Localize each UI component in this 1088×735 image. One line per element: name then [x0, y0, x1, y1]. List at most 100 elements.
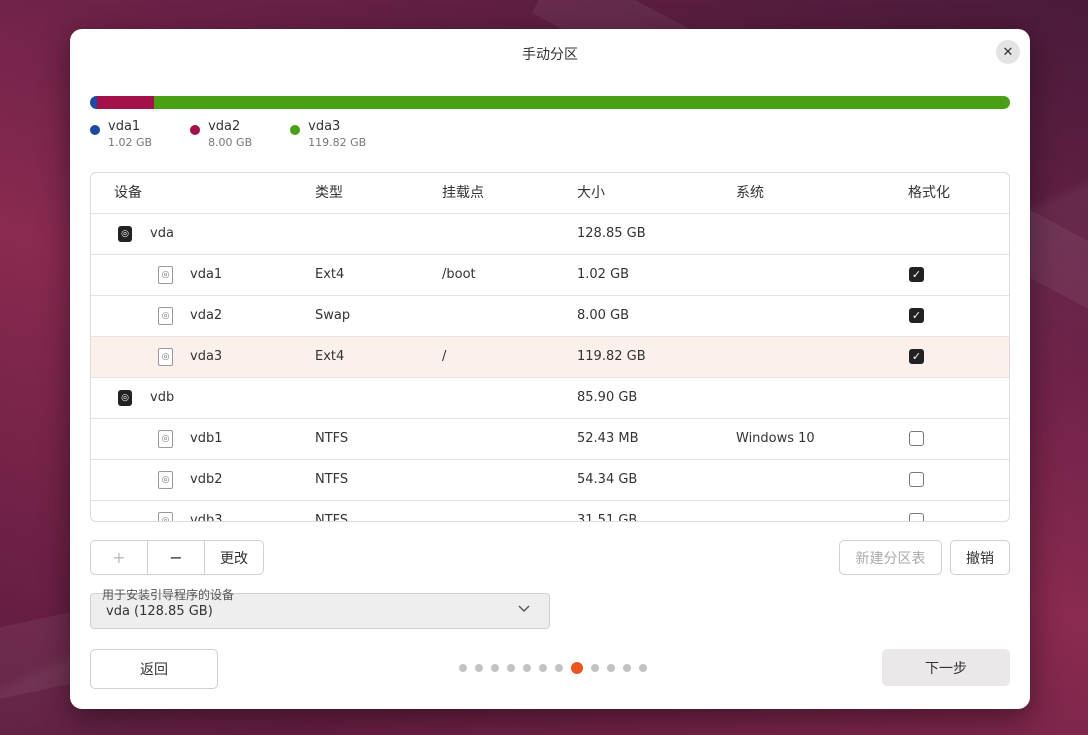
next-button[interactable]: 下一步 — [882, 649, 1010, 686]
boot-device-label: 用于安装引导程序的设备 — [102, 588, 235, 602]
partition-icon: ◎ — [158, 266, 173, 284]
usage-segment-vda1 — [90, 96, 98, 109]
step-dot — [475, 664, 483, 672]
type-cell: Ext4 — [315, 267, 345, 282]
disk-row[interactable]: ◎ vda 128.85 GB — [91, 214, 1009, 255]
type-cell: Swap — [315, 308, 351, 323]
legend-size: 119.82 GB — [308, 136, 367, 149]
back-button[interactable]: 返回 — [90, 649, 218, 689]
device-cell: vda — [150, 226, 174, 241]
legend-item: vda2 8.00 GB — [190, 119, 252, 149]
partition-icon: ◎ — [158, 348, 173, 366]
step-dot — [623, 664, 631, 672]
step-dot — [591, 664, 599, 672]
device-cell: vdb1 — [190, 431, 223, 446]
header-format: 格式化 — [908, 185, 950, 201]
legend-text: vda2 8.00 GB — [208, 119, 252, 149]
table-header: 设备 类型 挂载点 大小 系统 格式化 — [91, 173, 1009, 214]
legend-name: vda2 — [208, 119, 241, 134]
legend-item: vda3 119.82 GB — [290, 119, 366, 149]
usage-legend: vda1 1.02 GB vda2 8.00 GB vda3 119.82 GB — [90, 119, 404, 149]
step-dot — [539, 664, 547, 672]
revert-button[interactable]: 撤销 — [950, 540, 1010, 575]
disk-row[interactable]: ◎ vdb 85.90 GB — [91, 378, 1009, 419]
header-type: 类型 — [315, 185, 343, 201]
device-cell: vdb — [150, 390, 175, 405]
chevron-down-icon — [517, 601, 531, 619]
mount-cell: /boot — [442, 267, 476, 282]
partition-table: 设备 类型 挂载点 大小 系统 格式化 ◎ vda 128.85 GB ◎ vda1 Ex… — [90, 172, 1010, 522]
partition-row[interactable]: ◎ vdb1 NTFS 52.43 MB Windows 10 — [91, 419, 1009, 460]
legend-text: vda1 1.02 GB — [108, 119, 152, 149]
legend-dot — [190, 125, 201, 135]
new-partition-table-button[interactable]: 新建分区表 — [839, 540, 942, 575]
partition-toolbar: + − 更改 — [90, 540, 264, 575]
device-cell: vdb2 — [190, 472, 223, 487]
close-button[interactable]: ✕ — [996, 40, 1020, 64]
size-cell: 52.43 MB — [577, 431, 639, 446]
usage-segment-vda2 — [97, 96, 155, 109]
format-checkbox-checked[interactable]: ✓ — [909, 308, 924, 323]
step-dot — [555, 664, 563, 672]
partition-icon: ◎ — [158, 471, 173, 489]
size-cell: 119.82 GB — [577, 349, 646, 364]
header-size: 大小 — [577, 185, 605, 201]
step-dot — [607, 664, 615, 672]
format-checkbox[interactable] — [909, 431, 924, 446]
legend-size: 1.02 GB — [108, 136, 153, 149]
table-body: ◎ vda 128.85 GB ◎ vda1 Ext4/boot 1.02 GB ✓ ◎ vda2… — [91, 214, 1009, 522]
size-cell: 8.00 GB — [577, 308, 630, 323]
disk-usage-bar — [90, 96, 1010, 109]
step-dot-active — [571, 662, 583, 674]
size-cell: 85.90 GB — [577, 390, 638, 405]
header-system: 系统 — [736, 185, 764, 201]
format-checkbox[interactable] — [909, 513, 924, 521]
legend-dot — [290, 125, 301, 135]
partition-row[interactable]: ◎ vdb2 NTFS 54.34 GB — [91, 460, 1009, 501]
legend-size: 8.00 GB — [208, 136, 253, 149]
type-cell: NTFS — [315, 431, 349, 446]
usage-segment-vda3 — [154, 96, 1010, 109]
step-dot — [491, 664, 499, 672]
size-cell: 31.51 GB — [577, 513, 638, 522]
partition-row[interactable]: ◎ vda1 Ext4/boot 1.02 GB ✓ — [91, 255, 1009, 296]
mount-cell: / — [442, 349, 447, 364]
partition-row[interactable]: ◎ vda3 Ext4 / 119.82 GB ✓ — [91, 337, 1009, 378]
partition-icon: ◎ — [158, 512, 173, 521]
boot-device-value: vda (128.85 GB) — [106, 604, 213, 619]
size-cell: 128.85 GB — [577, 226, 646, 241]
add-partition-button[interactable]: + — [91, 541, 148, 574]
step-dot — [523, 664, 531, 672]
device-cell: vda1 — [190, 267, 223, 282]
size-cell: 54.34 GB — [577, 472, 638, 487]
format-checkbox[interactable] — [909, 472, 924, 487]
disk-icon: ◎ — [118, 390, 132, 406]
change-partition-button[interactable]: 更改 — [205, 541, 263, 574]
system-cell: Windows 10 — [736, 431, 815, 446]
partition-icon: ◎ — [158, 307, 173, 325]
device-cell: vda2 — [190, 308, 223, 323]
legend-name: vda1 — [108, 119, 141, 134]
remove-partition-button[interactable]: − — [148, 541, 205, 574]
partition-icon: ◎ — [158, 430, 173, 448]
step-dot — [507, 664, 515, 672]
size-cell: 1.02 GB — [577, 267, 630, 282]
type-cell: NTFS — [315, 472, 349, 487]
step-indicator — [455, 662, 651, 674]
format-checkbox-checked[interactable]: ✓ — [909, 267, 924, 282]
close-icon: ✕ — [1002, 44, 1014, 60]
disk-icon: ◎ — [118, 226, 132, 242]
legend-dot — [90, 125, 100, 135]
dialog-title: 手动分区 — [522, 47, 578, 63]
device-cell: vda3 — [190, 349, 223, 364]
device-cell: vdb3 — [190, 513, 223, 522]
manual-partition-dialog: 手动分区 ✕ vda1 1.02 GB vda2 8.00 GB vda3 119.82 … — [70, 29, 1030, 709]
partition-row[interactable]: ◎ vda2 Swap 8.00 GB ✓ — [91, 296, 1009, 337]
step-dot — [459, 664, 467, 672]
partition-row[interactable]: ◎ vdb3 NTFS 31.51 GB — [91, 501, 1009, 522]
format-checkbox-checked[interactable]: ✓ — [909, 349, 924, 364]
header-mount: 挂载点 — [442, 185, 484, 201]
legend-text: vda3 119.82 GB — [308, 119, 366, 149]
legend-name: vda3 — [308, 119, 341, 134]
header-device: 设备 — [114, 185, 142, 201]
